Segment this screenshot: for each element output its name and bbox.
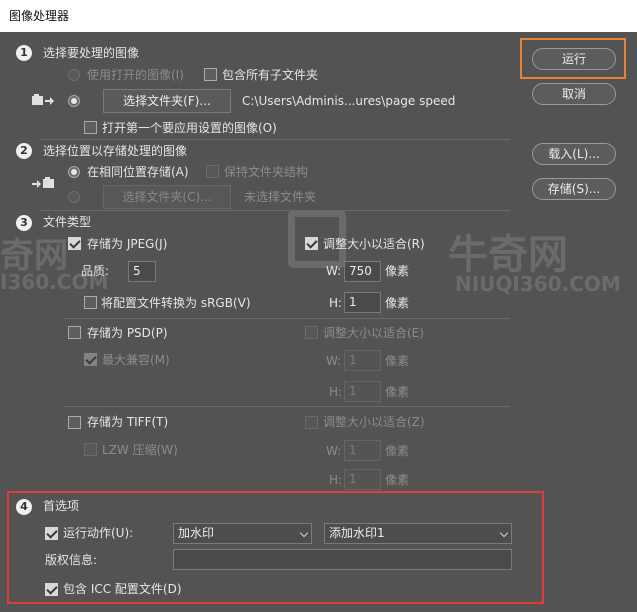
- section-2-number: 2: [16, 143, 32, 159]
- jpeg-h-unit: 像素: [385, 296, 410, 310]
- open-first-image-checkbox[interactable]: [84, 121, 97, 134]
- action-set-select[interactable]: 加水印: [173, 523, 312, 544]
- keep-folder-structure-label: 保持文件夹结构: [224, 165, 309, 179]
- convert-srgb-label: 将配置文件转换为 sRGB(V): [101, 296, 251, 310]
- tiff-height-input[interactable]: 1: [344, 469, 381, 490]
- save-button[interactable]: 存储(S)...: [532, 178, 616, 200]
- jpeg-quality-input[interactable]: 5: [128, 261, 156, 282]
- select-source-folder-button[interactable]: 选择文件夹(F)...: [103, 89, 231, 113]
- action-name-value: 添加水印1: [329, 526, 385, 540]
- section-1-number: 1: [16, 45, 32, 61]
- include-subfolders-checkbox[interactable]: [204, 68, 217, 81]
- tiff-resize-checkbox[interactable]: [305, 416, 318, 429]
- run-button[interactable]: 运行: [532, 48, 616, 70]
- psd-h-unit: 像素: [385, 385, 410, 399]
- copyright-input[interactable]: [173, 549, 512, 570]
- select-dest-folder-button[interactable]: 选择文件夹(C)...: [103, 185, 231, 209]
- save-jpeg-label: 存储为 JPEG(J): [87, 237, 168, 251]
- jpeg-h-label: H:: [329, 296, 343, 310]
- keep-folder-structure-checkbox[interactable]: [206, 165, 219, 178]
- use-open-images-radio[interactable]: [68, 69, 80, 81]
- folder-import-icon: [32, 93, 54, 110]
- action-name-select[interactable]: 添加水印1: [324, 523, 512, 544]
- lzw-checkbox[interactable]: [84, 443, 97, 456]
- include-icc-label: 包含 ICC 配置文件(D): [63, 582, 182, 596]
- save-psd-label: 存储为 PSD(P): [87, 326, 168, 340]
- select-dest-folder-radio[interactable]: [68, 191, 80, 203]
- run-action-label: 运行动作(U):: [63, 526, 134, 540]
- include-icc-checkbox[interactable]: [45, 583, 58, 596]
- save-same-location-label: 在相同位置存储(A): [87, 165, 189, 179]
- psd-w-unit: 像素: [385, 354, 410, 368]
- psd-resize-checkbox[interactable]: [305, 326, 318, 339]
- tiff-w-unit: 像素: [385, 444, 410, 458]
- tiff-width-input[interactable]: 1: [344, 440, 381, 461]
- save-same-location-radio[interactable]: [68, 166, 80, 178]
- chevron-down-icon: [499, 528, 509, 538]
- save-psd-checkbox[interactable]: [68, 326, 81, 339]
- section-3-title: 文件类型: [43, 215, 92, 229]
- window-titlebar: 图像处理器: [0, 0, 637, 32]
- tiff-resize-label: 调整大小以适合(Z): [323, 415, 425, 429]
- action-set-value: 加水印: [178, 526, 215, 540]
- section-1-title: 选择要处理的图像: [43, 46, 140, 60]
- section-2-title: 选择位置以存储处理的图像: [43, 144, 188, 158]
- run-action-checkbox[interactable]: [45, 527, 58, 540]
- tiff-h-label: H:: [329, 473, 343, 487]
- jpeg-resize-label: 调整大小以适合(R): [323, 237, 425, 251]
- chevron-down-icon: [299, 528, 309, 538]
- max-compat-checkbox[interactable]: [84, 353, 97, 366]
- psd-width-input[interactable]: 1: [344, 350, 381, 371]
- psd-h-label: H:: [329, 385, 343, 399]
- save-jpeg-checkbox[interactable]: [68, 237, 81, 250]
- psd-resize-label: 调整大小以适合(E): [323, 326, 424, 340]
- folder-export-icon: [32, 176, 54, 193]
- psd-height-input[interactable]: 1: [344, 381, 381, 402]
- include-subfolders-label: 包含所有子文件夹: [222, 68, 319, 82]
- jpeg-width-input[interactable]: 750: [344, 261, 381, 282]
- watermark-domain-right: NIUQI360.COM: [455, 272, 621, 296]
- select-folder-radio[interactable]: [68, 95, 80, 107]
- section-4-title: 首选项: [43, 499, 80, 513]
- jpeg-quality-label: 品质:: [81, 264, 110, 278]
- max-compat-label: 最大兼容(M): [102, 353, 170, 367]
- copyright-label: 版权信息:: [45, 553, 98, 567]
- lzw-label: LZW 压缩(W): [102, 443, 178, 457]
- save-tiff-checkbox[interactable]: [68, 416, 81, 429]
- jpeg-w-label: W:: [326, 264, 342, 278]
- open-first-image-label: 打开第一个要应用设置的图像(O): [102, 121, 277, 135]
- section-divider: [40, 139, 510, 140]
- cancel-button[interactable]: 取消: [532, 83, 616, 105]
- load-button[interactable]: 载入(L)...: [532, 143, 616, 165]
- subsection-divider: [65, 406, 510, 407]
- window-title: 图像处理器: [9, 9, 70, 23]
- section-3-number: 3: [16, 215, 32, 231]
- section-4-number: 4: [16, 499, 32, 515]
- dest-folder-path: 未选择文件夹: [244, 190, 317, 204]
- jpeg-height-input[interactable]: 1: [344, 292, 381, 313]
- psd-w-label: W:: [326, 354, 342, 368]
- use-open-images-label: 使用打开的图像(I): [87, 68, 184, 82]
- jpeg-w-unit: 像素: [385, 264, 410, 278]
- jpeg-resize-checkbox[interactable]: [305, 237, 318, 250]
- section-divider: [40, 210, 510, 211]
- source-folder-path: C:\Users\Adminis...ures\page speed: [242, 94, 456, 108]
- convert-srgb-checkbox[interactable]: [84, 296, 97, 309]
- subsection-divider: [65, 318, 510, 319]
- tiff-w-label: W:: [326, 444, 342, 458]
- save-tiff-label: 存储为 TIFF(T): [87, 415, 169, 429]
- tiff-h-unit: 像素: [385, 473, 410, 487]
